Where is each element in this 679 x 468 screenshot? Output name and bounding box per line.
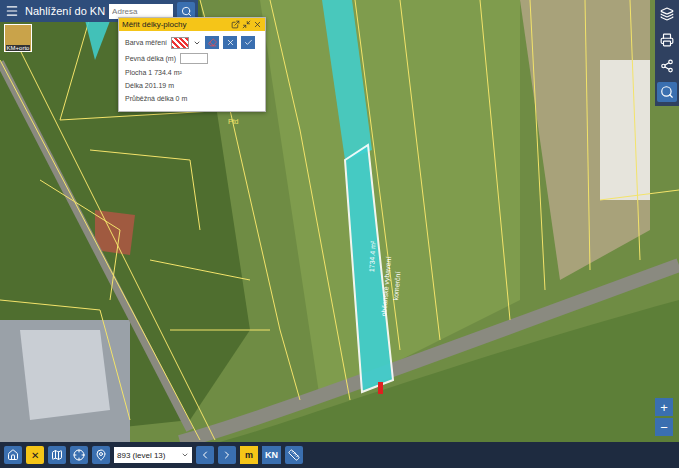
popout-icon[interactable] <box>231 20 240 29</box>
home-button[interactable] <box>4 446 22 464</box>
layer-label: KM+orto <box>6 45 31 51</box>
pin-icon <box>95 449 107 461</box>
search-tool-button[interactable] <box>657 82 677 102</box>
clear-button[interactable]: ✕ <box>26 446 44 464</box>
app: Ptd1734.4 m²občanské vybaveníkomerční☰Na… <box>0 0 679 468</box>
fixed-length-row: Pevná délka (m) <box>125 53 259 64</box>
chevron-right-icon <box>221 449 233 461</box>
ruler-icon <box>288 449 300 461</box>
color-swatch[interactable] <box>171 37 189 49</box>
erase-button[interactable] <box>205 36 219 49</box>
app-title: Nahlížení do KN <box>25 5 105 17</box>
menu-icon <box>5 4 19 18</box>
confirm-button[interactable] <box>241 36 255 49</box>
close-icon[interactable] <box>253 20 262 29</box>
level-select[interactable]: 893 (level 13) <box>114 447 192 463</box>
share-button[interactable] <box>657 56 677 76</box>
map-icon <box>51 449 63 461</box>
minimize-icon[interactable] <box>242 20 251 29</box>
zoom-controls: +− <box>655 398 673 436</box>
area-value: Plocha 1 734.4 m² <box>125 68 259 77</box>
panel-header: Měřit délky-plochy <box>119 18 265 31</box>
map-label: Ptd <box>228 118 239 125</box>
ruler-button[interactable] <box>285 446 303 464</box>
chevron-left-icon <box>199 449 211 461</box>
eraser-icon <box>208 38 217 47</box>
color-row: Barva měření <box>125 36 259 49</box>
share-icon <box>660 59 674 73</box>
bottom-bar: ✕ 893 (level 13) mKN <box>0 442 679 468</box>
menu-button[interactable]: ☰ <box>3 2 21 20</box>
map[interactable]: Ptd1734.4 m²občanské vybaveníkomerční☰Na… <box>0 0 679 442</box>
printer-icon <box>660 33 674 47</box>
kn-button[interactable]: KN <box>262 446 281 464</box>
cancel-button[interactable] <box>223 36 237 49</box>
layers-button[interactable] <box>657 4 677 24</box>
pin-button[interactable] <box>92 446 110 464</box>
fixed-length-input[interactable] <box>180 53 208 64</box>
home-icon <box>7 449 19 461</box>
print-button[interactable] <box>657 30 677 50</box>
zoom-button[interactable]: + <box>655 398 673 416</box>
next-button[interactable] <box>218 446 236 464</box>
check-icon <box>244 38 253 47</box>
crosshair-icon <box>73 449 85 461</box>
color-label: Barva měření <box>125 39 167 46</box>
dropdown-icon <box>181 451 189 459</box>
map-canvas[interactable] <box>0 0 679 442</box>
locate-button[interactable] <box>70 446 88 464</box>
prev-button[interactable] <box>196 446 214 464</box>
cancel-icon <box>226 38 235 47</box>
dropdown-icon[interactable] <box>193 39 201 47</box>
search-icon <box>181 6 192 17</box>
length-value: Délka 201.19 m <box>125 81 259 90</box>
panel-title: Měřit délky-plochy <box>122 20 186 29</box>
measure-button[interactable]: m <box>240 446 258 464</box>
right-toolbar <box>655 0 679 106</box>
search-icon <box>660 85 674 99</box>
layers-icon <box>660 7 674 21</box>
map-button[interactable] <box>48 446 66 464</box>
measure-panel: Měřit délky-plochy Barva měření Pevná délk… <box>118 17 266 112</box>
fixed-length-label: Pevná délka (m) <box>125 55 176 62</box>
layer-thumbnail[interactable]: KM+orto <box>4 24 32 52</box>
zoom-button[interactable]: − <box>655 418 673 436</box>
running-length-value: Průběžná délka 0 m <box>125 94 259 103</box>
